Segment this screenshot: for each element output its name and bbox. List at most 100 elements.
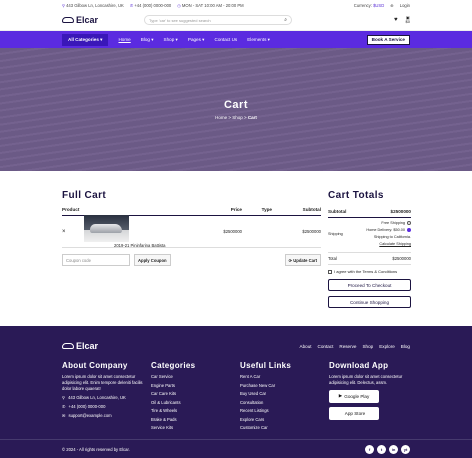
footer-useful-link[interactable]: Recent Listings — [240, 408, 329, 417]
footer-about: About Company Lorem ipsum dolor sit amet… — [62, 361, 151, 434]
app-store-button[interactable]: App Store — [329, 406, 379, 420]
crumb-home[interactable]: Home — [215, 115, 227, 120]
footer-phone[interactable]: ✆ +44 (000) 0000-000 — [62, 404, 151, 409]
wishlist-heart-icon[interactable]: ♥ — [394, 17, 398, 23]
footer-categories: Categories Car Service Engine Parts Car … — [151, 361, 240, 434]
footer-useful-link[interactable]: Customize Car — [240, 425, 329, 434]
product-price: $2500000 — [223, 229, 242, 234]
header-subtotal: Subtotal — [302, 207, 321, 212]
update-cart-button[interactable]: ⟳ Update Cart — [284, 254, 321, 266]
calculate-shipping-link[interactable]: Calculate Shipping — [379, 242, 411, 246]
book-service-button[interactable]: Book A Service — [366, 34, 410, 45]
remove-item-icon[interactable]: × — [62, 229, 84, 235]
page-title: Cart — [223, 99, 248, 111]
product-cell: 2019-21 Pininfarina Battista — [84, 215, 204, 248]
location-icon: ⚲ — [62, 2, 66, 8]
main-header: Elcar Type 'car' to see suggested search… — [0, 10, 472, 31]
breadcrumb: Home > Shop > Cart — [215, 115, 257, 120]
footer-link-explore[interactable]: Explore — [379, 344, 395, 349]
product-thumbnail[interactable] — [84, 215, 129, 243]
subtotal-row: Subtotal $2500000 — [328, 207, 411, 218]
search-input[interactable]: Type 'car' to see suggested search ⌕ — [144, 15, 293, 25]
site-logo[interactable]: Elcar — [62, 15, 98, 25]
location-icon: ⚲ — [62, 395, 66, 401]
mail-icon: ✉ — [62, 413, 66, 419]
footer-category-link[interactable]: Service Kits — [151, 425, 240, 434]
footer-address: ⚲ 443 Gilbow Ln, Loncashire, UK — [62, 395, 126, 401]
cart-amount: $0 — [405, 19, 410, 24]
phone-icon: ✆ — [62, 404, 66, 410]
footer-category-link[interactable]: Car Service — [151, 374, 240, 383]
footer-useful-link[interactable]: Buy Used Car — [240, 391, 329, 400]
table-row: × 2019-21 Pininfarina Battista $2500000 … — [62, 215, 321, 248]
terms-checkbox[interactable] — [328, 269, 332, 274]
footer-link-about[interactable]: About — [300, 344, 312, 349]
coupon-input[interactable]: Coupon code — [62, 254, 130, 266]
header-type: Type — [261, 207, 272, 212]
clock-icon: ◷ — [177, 2, 181, 8]
footer-useful-link[interactable]: Purchase New Car — [240, 383, 329, 392]
product-subtotal: $2500000 — [302, 229, 321, 234]
product-name[interactable]: 2019-21 Pininfarina Battista — [114, 243, 165, 248]
currency-selector[interactable]: Currency: $USD — [354, 3, 385, 8]
footer-useful-links: Useful Links Rent A Car Purchase New Car… — [240, 361, 329, 434]
nav-pages[interactable]: Pages ▾ — [188, 37, 205, 43]
google-play-button[interactable]: ▶ Google Play — [329, 389, 379, 403]
search-placeholder: Type 'car' to see suggested search — [149, 17, 211, 23]
globe-icon[interactable]: ⊕ — [390, 3, 394, 8]
footer-useful-link[interactable]: Rent A Car — [240, 374, 329, 383]
page-banner: Cart Home > Shop > Cart — [0, 48, 472, 171]
hours-info: ◷MON - SAT 10:00 AM - 20:00 PM — [177, 2, 244, 8]
crumb-current: Cart — [247, 115, 257, 120]
terms-agree[interactable]: I agree with the Terms & Conditions — [328, 269, 411, 274]
footer-link-shop[interactable]: Shop — [362, 344, 373, 349]
footer-email[interactable]: ✉ support@example.com — [62, 413, 151, 418]
twitter-icon[interactable]: t — [377, 444, 386, 454]
login-link[interactable]: Login — [400, 3, 410, 8]
footer-useful-link[interactable]: Consultation — [240, 400, 329, 409]
nav-shop[interactable]: Shop ▾ — [164, 37, 178, 43]
footer-link-contact[interactable]: Contact — [318, 344, 334, 349]
facebook-icon[interactable]: f — [365, 444, 374, 454]
footer-useful-link[interactable]: Explore Cars — [240, 417, 329, 426]
site-footer: Elcar About Contact Reserve Shop Explore… — [0, 326, 472, 458]
nav-home[interactable]: Home — [118, 37, 130, 43]
phone-info: ✆+44 (000) 0000-000 — [129, 2, 172, 8]
full-cart-title: Full Cart — [62, 190, 107, 201]
header-price: Price — [230, 207, 242, 212]
footer-category-link[interactable]: Brake & Pads — [151, 417, 240, 426]
top-info-bar: ⚲443 Gilbow Ln, Loncashire, UK ✆+44 (000… — [0, 0, 472, 10]
apply-coupon-button[interactable]: Apply Coupon — [134, 254, 171, 266]
free-shipping-radio[interactable] — [407, 221, 411, 225]
footer-category-link[interactable]: Car Care Kits — [151, 391, 240, 400]
car-logo-icon — [62, 17, 74, 23]
all-categories-button[interactable]: All Categories ▾ — [62, 33, 109, 46]
copyright: © 2024 - All rights reserved by Elcar. — [62, 446, 130, 452]
cart-button[interactable]: ▣ $0 — [406, 16, 410, 24]
footer-category-link[interactable]: Oil & Lubricants — [151, 400, 240, 409]
nav-contact[interactable]: Contact Us — [215, 37, 238, 43]
nav-elements[interactable]: Elements ▾ — [247, 37, 270, 43]
home-delivery-radio[interactable] — [407, 228, 411, 232]
cart-totals-title: Cart Totals — [328, 190, 384, 201]
footer-category-link[interactable]: Engine Parts — [151, 383, 240, 392]
footer-logo[interactable]: Elcar — [62, 341, 98, 351]
footer-download-app: Download App Lorem ipsum dolor sit amet … — [329, 361, 410, 434]
crumb-shop[interactable]: Shop — [232, 115, 243, 120]
footer-link-reserve[interactable]: Reserve — [339, 344, 356, 349]
free-shipping-option[interactable]: Free Shipping — [352, 220, 411, 227]
checkout-button[interactable]: Proceed To Checkout — [328, 279, 411, 291]
search-icon[interactable]: ⌕ — [284, 17, 287, 23]
continue-shopping-button[interactable]: Continue Shopping — [328, 296, 411, 308]
linkedin-icon[interactable]: in — [389, 444, 398, 454]
footer-link-blog[interactable]: Blog — [401, 344, 410, 349]
play-store-icon: ▶ — [338, 393, 343, 399]
cart-totals: Cart Totals Subtotal $2500000 Shipping F… — [328, 190, 411, 308]
phone-icon: ✆ — [129, 2, 134, 8]
footer-category-link[interactable]: Tire & Wheels — [151, 408, 240, 417]
nav-blog[interactable]: Blog ▾ — [141, 37, 154, 43]
main-nav: All Categories ▾ Home Blog ▾ Shop ▾ Page… — [0, 31, 472, 48]
youtube-icon[interactable]: yt — [401, 444, 410, 454]
home-delivery-option[interactable]: Home Delivery: $50.00 — [352, 227, 411, 234]
total-row: Total $2500000 — [328, 253, 411, 265]
